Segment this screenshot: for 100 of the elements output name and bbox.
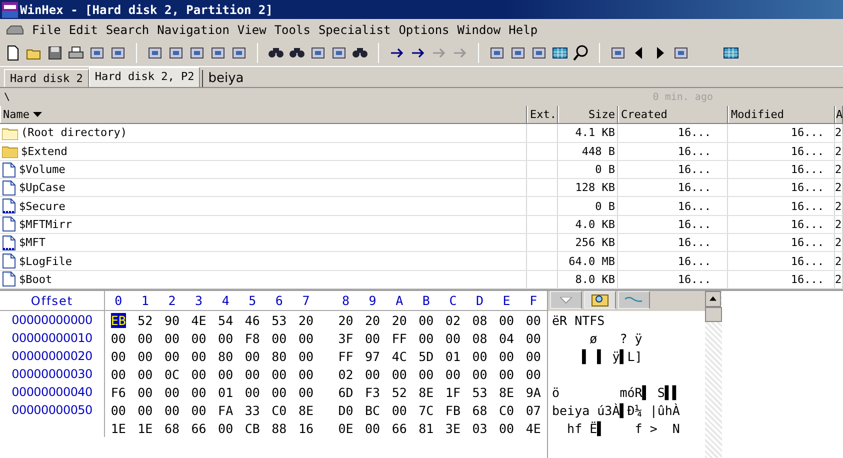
menu-item[interactable]: Edit xyxy=(68,22,98,36)
hex-byte[interactable]: 20 xyxy=(392,312,407,328)
hex-byte[interactable]: 07 xyxy=(526,402,541,418)
hex-byte[interactable]: 00 xyxy=(418,330,434,346)
hex-byte[interactable]: 00 xyxy=(110,348,126,364)
hex-byte[interactable]: 7C xyxy=(418,402,434,418)
hex-byte[interactable]: BC xyxy=(365,402,380,418)
hex-byte[interactable]: FF xyxy=(338,348,354,364)
file-name[interactable]: $MFT xyxy=(19,236,46,250)
hex-byte[interactable]: 00 xyxy=(138,366,153,382)
hex-byte[interactable]: 00 xyxy=(218,366,234,382)
menu-item[interactable]: View xyxy=(237,22,266,36)
hex-byte[interactable]: 66 xyxy=(392,420,407,436)
column-header[interactable]: Modified xyxy=(728,106,835,124)
hex-byte[interactable]: 00 xyxy=(218,420,234,436)
search-tool-icon[interactable] xyxy=(572,44,590,62)
file-name[interactable]: $MFTMirr xyxy=(19,218,72,231)
hex-byte[interactable]: 00 xyxy=(218,330,234,346)
hex-byte[interactable]: CB xyxy=(244,420,260,436)
hex-byte[interactable]: 08 xyxy=(472,312,488,328)
column-header[interactable]: Created xyxy=(618,106,728,124)
hex-byte[interactable]: 00 xyxy=(526,366,541,382)
hex-byte[interactable]: 00 xyxy=(110,402,126,418)
hex-byte[interactable]: 68 xyxy=(164,420,180,436)
hex-byte[interactable]: 00 xyxy=(499,420,514,436)
file-name[interactable]: $Extend xyxy=(21,144,68,158)
hex-byte[interactable]: FA xyxy=(218,402,234,418)
hex-byte[interactable]: 00 xyxy=(392,402,407,418)
hex-byte[interactable]: 00 xyxy=(164,384,180,400)
hex-byte[interactable]: 01 xyxy=(218,384,234,400)
hex-byte[interactable]: 5D xyxy=(418,348,434,364)
hex-byte[interactable]: 00 xyxy=(526,330,541,346)
hex-byte[interactable]: 00 xyxy=(445,330,460,346)
hex-byte[interactable]: 1F xyxy=(445,384,460,400)
magnifier-button[interactable] xyxy=(584,291,616,309)
hex-byte[interactable]: 00 xyxy=(191,384,206,400)
hex-byte[interactable]: 0E xyxy=(338,420,354,436)
hex-byte[interactable]: 00 xyxy=(191,366,206,382)
hex-byte[interactable]: 00 xyxy=(418,312,434,328)
hex-byte[interactable]: 00 xyxy=(298,330,314,346)
hex-byte[interactable]: 4E xyxy=(526,420,541,436)
hex-byte[interactable]: 54 xyxy=(218,312,234,328)
menu-item[interactable]: Window xyxy=(457,22,501,36)
scroll-up-icon[interactable] xyxy=(705,291,721,307)
hex-byte[interactable]: 46 xyxy=(244,312,260,328)
column-header[interactable]: Name xyxy=(0,106,527,124)
hex-byte[interactable]: 6D xyxy=(338,384,354,400)
hex-byte[interactable]: 20 xyxy=(338,312,354,328)
hex-byte[interactable]: 00 xyxy=(244,366,260,382)
menu-item[interactable]: Options xyxy=(398,22,450,36)
file-name[interactable]: $UpCase xyxy=(19,181,66,194)
hex-byte[interactable]: 00 xyxy=(499,348,514,364)
hex-byte[interactable]: 20 xyxy=(365,312,380,328)
hex-byte[interactable]: 00 xyxy=(499,312,514,328)
hex-byte[interactable]: 53 xyxy=(472,384,488,400)
hex-byte[interactable]: 80 xyxy=(272,348,287,364)
hex-byte[interactable]: 66 xyxy=(191,420,206,436)
file-name[interactable]: $Secure xyxy=(19,200,66,213)
hex-byte[interactable]: 00 xyxy=(526,348,541,364)
hex-byte[interactable]: 00 xyxy=(392,366,407,382)
hex-byte[interactable]: 00 xyxy=(472,348,488,364)
hex-byte[interactable]: EB xyxy=(110,312,126,328)
hex-byte[interactable]: 00 xyxy=(526,312,541,328)
hex-byte[interactable]: 68 xyxy=(472,402,488,418)
file-name[interactable]: $LogFile xyxy=(19,254,72,268)
scroll-thumb[interactable] xyxy=(705,307,722,322)
file-name[interactable]: $Boot xyxy=(19,272,52,286)
hex-byte[interactable]: 00 xyxy=(164,330,180,346)
hex-byte[interactable]: 00 xyxy=(191,330,206,346)
hex-byte[interactable]: 1E xyxy=(110,420,126,436)
hex-byte[interactable]: C0 xyxy=(499,402,514,418)
hex-byte[interactable]: 4E xyxy=(191,312,206,328)
save-tool-icon[interactable] xyxy=(46,44,64,62)
menu-item[interactable]: Help xyxy=(508,22,538,36)
column-header[interactable]: Ext. xyxy=(527,106,558,124)
hex-byte[interactable]: 00 xyxy=(191,348,206,364)
menu-item[interactable]: Specialist xyxy=(318,22,391,36)
hex-byte[interactable]: F6 xyxy=(110,384,126,400)
hex-byte[interactable]: 88 xyxy=(272,420,287,436)
column-header[interactable]: Size xyxy=(558,106,618,124)
hex-byte[interactable]: 00 xyxy=(244,384,260,400)
hex-byte[interactable]: 00 xyxy=(365,420,380,436)
hex-byte[interactable]: 90 xyxy=(164,312,180,328)
hex-byte[interactable]: 16 xyxy=(298,420,314,436)
hex-byte[interactable]: F3 xyxy=(365,384,380,400)
hex-byte[interactable]: 53 xyxy=(272,312,287,328)
hex-byte[interactable]: 00 xyxy=(418,366,434,382)
hex-byte[interactable]: FF xyxy=(392,330,407,346)
hex-byte[interactable]: 00 xyxy=(244,348,260,364)
scrollbar[interactable] xyxy=(705,291,722,458)
hex-byte[interactable]: 01 xyxy=(445,348,460,364)
hex-byte[interactable]: 02 xyxy=(445,312,460,328)
hex-byte[interactable]: 00 xyxy=(298,384,314,400)
hex-byte[interactable]: 00 xyxy=(164,402,180,418)
hex-byte[interactable]: 00 xyxy=(138,402,153,418)
hex-byte[interactable]: 00 xyxy=(138,384,153,400)
hex-byte[interactable]: 80 xyxy=(218,348,234,364)
hex-byte[interactable]: 97 xyxy=(365,348,380,364)
menu-item[interactable]: Tools xyxy=(274,22,310,36)
hex-byte[interactable]: 00 xyxy=(272,384,287,400)
